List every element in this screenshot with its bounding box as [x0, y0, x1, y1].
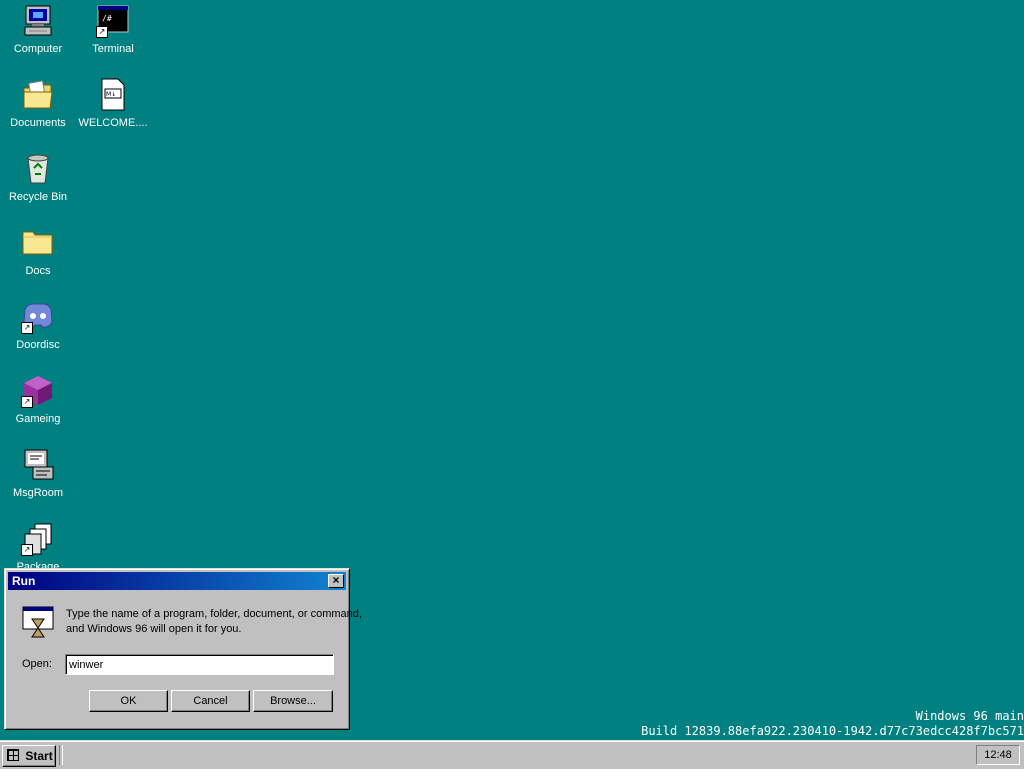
build-version-line2: Build 12839.88efa922.230410-1942.d77c73e… [641, 724, 1024, 738]
desktop-icon-computer[interactable]: Computer [1, 4, 75, 74]
desktop-icon-label: Recycle Bin [8, 191, 68, 203]
desktop-icon-label: MsgRoom [12, 487, 64, 499]
desktop-icon-label: Gameing [15, 413, 61, 425]
desktop-icon-label: Terminal [92, 43, 134, 55]
documents-folder-icon [21, 78, 55, 112]
system-tray-clock[interactable]: 12:48 [976, 745, 1020, 765]
recycle-bin-icon [21, 152, 55, 186]
cancel-button[interactable]: Cancel [171, 690, 250, 712]
desktop-icon-terminal[interactable]: /# ↗ Terminal [76, 4, 150, 74]
desktop-icon-label: Documents [10, 117, 66, 129]
terminal-icon: /# ↗ [96, 4, 130, 38]
run-description-line2: and Windows 96 will open it for you. [66, 623, 242, 635]
desktop-icon-docs[interactable]: Docs [1, 226, 75, 296]
desktop-icon-label: Computer [13, 43, 63, 55]
game-cube-icon: ↗ [21, 374, 55, 408]
run-description-line1: Type the name of a program, folder, docu… [66, 608, 362, 620]
desktop-icon-gameing[interactable]: ↗ Gameing [1, 374, 75, 444]
svg-text:/#: /# [102, 14, 112, 23]
start-button[interactable]: Start [2, 745, 56, 767]
discord-icon: ↗ [21, 300, 55, 334]
run-dialog-title: Run [12, 574, 36, 588]
svg-text:M↓: M↓ [106, 91, 116, 98]
shortcut-arrow-icon: ↗ [21, 544, 33, 556]
desktop-icon-doordisc[interactable]: ↗ Doordisc [1, 300, 75, 370]
windows-logo-icon [6, 748, 20, 762]
shortcut-arrow-icon: ↗ [21, 322, 33, 334]
desktop-icon-label: WELCOME.... [78, 117, 148, 129]
run-program-icon [21, 605, 55, 639]
start-label: Start [25, 749, 53, 763]
taskbar: Start 12:48 [0, 740, 1024, 769]
run-dialog: Run × Type the name of a program, folder… [4, 568, 362, 730]
close-button[interactable]: × [328, 574, 344, 588]
msgroom-icon [21, 448, 55, 482]
desktop-icon-label: Docs [25, 265, 51, 277]
desktop-icon-msgroom[interactable]: MsgRoom [1, 448, 75, 518]
folder-icon [21, 226, 55, 260]
shortcut-arrow-icon: ↗ [96, 26, 108, 38]
shortcut-arrow-icon: ↗ [21, 396, 33, 408]
taskbar-divider [59, 745, 63, 765]
desktop-icon-welcome[interactable]: M↓ WELCOME.... [76, 78, 150, 148]
desktop-icon-documents[interactable]: Documents [1, 78, 75, 148]
ok-button[interactable]: OK [89, 690, 168, 712]
close-icon: × [332, 573, 340, 587]
run-dialog-titlebar[interactable]: Run × [8, 572, 346, 590]
computer-icon [21, 4, 55, 38]
package-icon: ↗ [21, 522, 55, 556]
open-input[interactable]: winwer [65, 654, 334, 675]
browse-button[interactable]: Browse... [253, 690, 333, 712]
open-label: Open: [22, 658, 52, 670]
markdown-file-icon: M↓ [96, 78, 130, 112]
build-version-line1: Windows 96 main [915, 709, 1024, 723]
desktop-icon-recycle-bin[interactable]: Recycle Bin [1, 152, 75, 222]
desktop-icon-label: Doordisc [16, 339, 60, 351]
